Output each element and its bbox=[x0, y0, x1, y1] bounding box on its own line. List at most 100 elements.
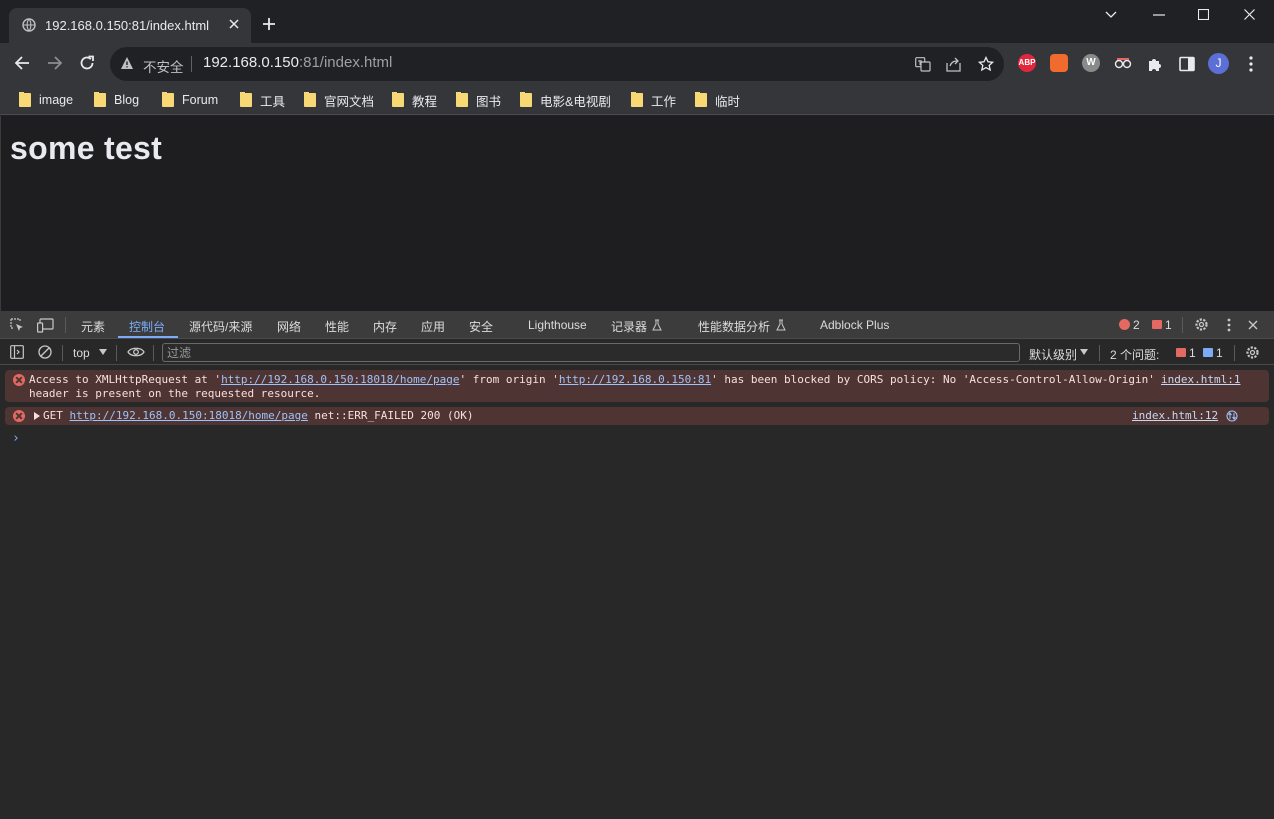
bookmark-label: Forum bbox=[182, 93, 219, 107]
console-error-message: Access to XMLHttpRequest at 'http://192.… bbox=[5, 370, 1269, 402]
bookmark-folder-tutorials[interactable]: 教程 bbox=[392, 92, 438, 109]
console-settings-gear-icon[interactable] bbox=[1245, 345, 1260, 360]
bookmark-folder-work[interactable]: 工作 bbox=[631, 92, 676, 109]
glasses-extension-icon[interactable] bbox=[1114, 54, 1132, 72]
w-extension-icon[interactable]: W bbox=[1082, 54, 1100, 72]
expand-triangle-icon[interactable] bbox=[34, 412, 40, 420]
bookmark-label: 临时 bbox=[715, 94, 741, 109]
toolbar-divider bbox=[1099, 345, 1100, 361]
side-panel-icon[interactable] bbox=[1179, 56, 1195, 72]
tab-sources[interactable]: 源代码/来源 bbox=[189, 318, 252, 335]
reload-icon[interactable] bbox=[79, 55, 95, 71]
source-link[interactable]: index.html:1 bbox=[1161, 373, 1240, 386]
context-selector[interactable]: top bbox=[73, 346, 90, 360]
console-prompt[interactable]: › bbox=[12, 431, 20, 446]
rss-extension-icon[interactable] bbox=[1050, 54, 1068, 72]
tab-performance-insights[interactable]: 性能数据分析 bbox=[698, 318, 770, 335]
tab-elements[interactable]: 元素 bbox=[81, 318, 105, 335]
translate-icon[interactable] bbox=[915, 57, 931, 72]
bookmark-folder-image[interactable]: image bbox=[19, 92, 73, 108]
close-devtools-icon[interactable] bbox=[1248, 320, 1258, 330]
folder-icon bbox=[304, 92, 316, 107]
error-count[interactable]: 2 bbox=[1133, 318, 1140, 332]
active-tab-indicator bbox=[118, 336, 178, 338]
bookmark-folder-books[interactable]: 图书 bbox=[456, 92, 501, 109]
share-icon[interactable] bbox=[946, 57, 962, 72]
message-text: Access to XMLHttpRequest at ' bbox=[29, 373, 222, 386]
sidebar-toggle-icon[interactable] bbox=[10, 345, 24, 359]
settings-gear-icon[interactable] bbox=[1194, 317, 1209, 332]
forward-icon[interactable] bbox=[47, 55, 63, 71]
bookmark-folder-tools[interactable]: 工具 bbox=[240, 92, 285, 109]
console-toolbar: top 默认级别 2 个问题: 1 1 bbox=[0, 340, 1274, 365]
request-url-link[interactable]: http://192.168.0.150:18018/home/page bbox=[70, 409, 308, 422]
url-text[interactable]: 192.168.0.150:81/index.html bbox=[203, 54, 392, 71]
issue-error-count[interactable]: 1 bbox=[1189, 346, 1196, 360]
tab-security[interactable]: 安全 bbox=[469, 318, 493, 335]
tab-search-chevron-icon[interactable] bbox=[1105, 11, 1117, 19]
log-level-selector[interactable]: 默认级别 bbox=[1029, 346, 1077, 363]
bookmark-folder-movies[interactable]: 电影&电视剧 bbox=[520, 92, 611, 109]
issue-count[interactable]: 1 bbox=[1165, 318, 1172, 332]
bookmark-folder-blog[interactable]: Blog bbox=[94, 92, 139, 108]
url-path: :81/index.html bbox=[298, 54, 393, 71]
network-request-icon[interactable] bbox=[1226, 410, 1238, 422]
issue-error-icon[interactable] bbox=[1176, 348, 1186, 357]
console-filter[interactable] bbox=[162, 343, 1020, 362]
request-url-link[interactable]: http://192.168.0.150:18018/home/page bbox=[221, 373, 459, 386]
warning-icon[interactable] bbox=[120, 56, 134, 70]
tab-memory[interactable]: 内存 bbox=[373, 318, 397, 335]
toolbar-divider bbox=[153, 345, 154, 361]
adblock-plus-extension-icon[interactable]: ABP bbox=[1018, 54, 1036, 72]
browser-tab[interactable]: 192.168.0.150:81/index.html bbox=[9, 8, 251, 43]
tab-adblock-plus[interactable]: Adblock Plus bbox=[820, 318, 889, 332]
dropdown-arrow-icon[interactable] bbox=[1080, 349, 1088, 355]
console-error-message[interactable]: GET http://192.168.0.150:18018/home/page… bbox=[5, 407, 1269, 425]
tab-lighthouse[interactable]: Lighthouse bbox=[528, 318, 587, 332]
tab-recorder[interactable]: 记录器 bbox=[611, 318, 647, 335]
maximize-icon[interactable] bbox=[1198, 9, 1209, 20]
bookmark-label: Blog bbox=[114, 93, 140, 107]
tab-console[interactable]: 控制台 bbox=[129, 318, 165, 335]
extensions-puzzle-icon[interactable] bbox=[1147, 56, 1163, 72]
error-count-icon[interactable] bbox=[1119, 319, 1130, 330]
close-tab-icon[interactable] bbox=[229, 19, 239, 29]
toolbar-divider bbox=[1234, 345, 1235, 361]
security-label[interactable]: 不安全 bbox=[143, 56, 184, 76]
source-link[interactable]: index.html:12 bbox=[1132, 409, 1218, 422]
bookmark-folder-forum[interactable]: Forum bbox=[162, 92, 218, 108]
bookmark-folder-docs[interactable]: 官网文档 bbox=[304, 92, 374, 109]
issue-info-icon[interactable] bbox=[1203, 348, 1213, 357]
inspect-element-icon[interactable] bbox=[10, 318, 25, 333]
issue-flag-icon[interactable] bbox=[1152, 320, 1162, 329]
origin-url-link[interactable]: http://192.168.0.150:81 bbox=[559, 373, 711, 386]
live-expression-eye-icon[interactable] bbox=[127, 346, 145, 358]
folder-icon bbox=[520, 92, 532, 107]
clear-console-icon[interactable] bbox=[38, 345, 52, 359]
close-window-icon[interactable] bbox=[1244, 9, 1255, 20]
folder-icon bbox=[240, 92, 252, 107]
tab-performance[interactable]: 性能 bbox=[325, 318, 349, 335]
bookmark-label: 教程 bbox=[412, 94, 438, 109]
issues-label[interactable]: 2 个问题: bbox=[1110, 346, 1159, 363]
tab-application[interactable]: 应用 bbox=[421, 318, 445, 335]
device-toolbar-icon[interactable] bbox=[37, 318, 54, 333]
bookmark-star-icon[interactable] bbox=[978, 56, 994, 72]
new-tab-button[interactable] bbox=[262, 17, 276, 31]
minimize-icon[interactable] bbox=[1153, 14, 1165, 16]
title-bar: 192.168.0.150:81/index.html bbox=[0, 0, 1274, 43]
filter-input[interactable] bbox=[167, 345, 1007, 360]
devtools-menu-icon[interactable] bbox=[1227, 318, 1231, 332]
address-bar[interactable]: 不安全 192.168.0.150:81/index.html bbox=[110, 47, 1004, 81]
menu-kebab-icon[interactable] bbox=[1249, 56, 1253, 72]
toolbar-divider bbox=[62, 345, 63, 361]
browser-toolbar: 不安全 192.168.0.150:81/index.html ABP W J bbox=[0, 43, 1274, 85]
issue-info-count[interactable]: 1 bbox=[1216, 346, 1223, 360]
experiment-flask-icon bbox=[652, 319, 662, 331]
back-icon[interactable] bbox=[14, 55, 30, 71]
tab-network[interactable]: 网络 bbox=[277, 318, 301, 335]
profile-avatar[interactable]: J bbox=[1208, 53, 1229, 74]
bookmark-folder-temp[interactable]: 临时 bbox=[695, 92, 741, 109]
dropdown-arrow-icon[interactable] bbox=[99, 349, 107, 355]
globe-icon bbox=[22, 18, 36, 32]
